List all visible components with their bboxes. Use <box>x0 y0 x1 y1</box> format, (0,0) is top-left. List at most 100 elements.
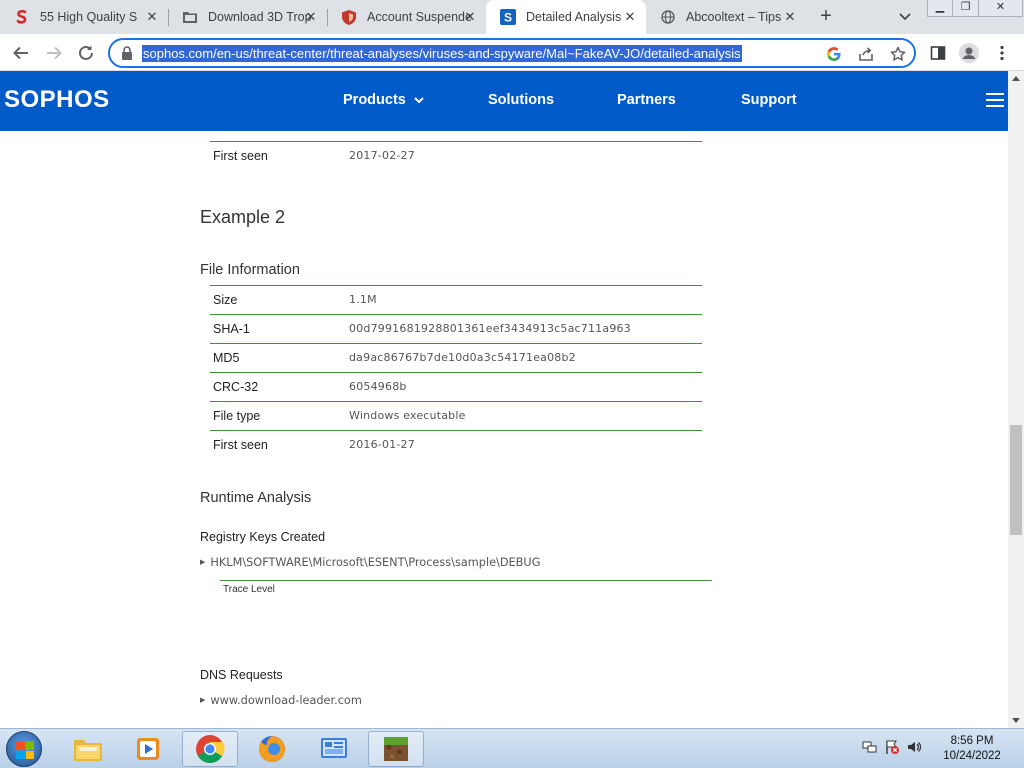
browser-toolbar: sophos.com/en-us/threat-center/threat-an… <box>0 34 1024 71</box>
dns-heading: DNS Requests <box>200 668 283 682</box>
tab-strip: 55 High Quality S ✕ Download 3D Trop ✕ A… <box>0 0 1024 34</box>
table-row: CRC-32 6054968b <box>210 372 702 401</box>
page-viewport: SOPHOS Products Solutions Partners Suppo… <box>0 71 1008 728</box>
scrollbar-thumb[interactable] <box>1010 425 1022 535</box>
windows-logo-icon <box>16 741 34 759</box>
nav-products-label: Products <box>343 92 406 108</box>
taskbar-clock[interactable]: 8:56 PM 10/24/2022 <box>930 734 1014 764</box>
sophos-logo[interactable]: SOPHOS <box>4 86 110 114</box>
file-info-heading: File Information <box>200 262 300 278</box>
list-item[interactable]: ▶ www.download-leader.com <box>200 694 362 707</box>
control-panel-icon[interactable] <box>306 731 362 767</box>
table-row: First seen 2016-01-27 <box>210 430 702 459</box>
list-item[interactable]: ▶ HKLM\SOFTWARE\Microsoft\ESENT\Process\s… <box>200 556 540 569</box>
folder-icon <box>182 9 198 25</box>
dns-entry: www.download-leader.com <box>210 694 362 707</box>
close-icon[interactable]: ✕ <box>303 9 319 25</box>
windows-taskbar: 8:56 PM 10/24/2022 <box>0 728 1024 768</box>
volume-icon[interactable] <box>906 739 922 760</box>
close-icon[interactable]: ✕ <box>144 9 160 25</box>
explorer-icon[interactable] <box>60 731 116 767</box>
system-tray <box>862 737 922 761</box>
window-controls: ▁ ❐ ✕ <box>927 0 1023 18</box>
nav-support[interactable]: Support <box>741 92 797 108</box>
sophos-red-s-icon <box>14 9 30 25</box>
clock-date: 10/24/2022 <box>943 750 1001 762</box>
svg-text:S: S <box>504 11 512 25</box>
profile-avatar-icon[interactable] <box>957 41 981 65</box>
scroll-down-icon[interactable] <box>1012 718 1020 723</box>
triangle-right-icon: ▶ <box>200 696 206 704</box>
chevron-down-icon <box>414 97 424 104</box>
site-header: SOPHOS Products Solutions Partners Suppo… <box>0 71 1008 131</box>
row-value: da9ac86767b7de10d0a3c54171ea08b2 <box>349 351 576 364</box>
minimize-icon[interactable]: ▁ <box>927 0 953 17</box>
clock-time: 8:56 PM <box>950 735 994 747</box>
row-value: 2017-02-27 <box>349 149 415 162</box>
row-value: 1.1M <box>349 293 377 306</box>
google-icon[interactable] <box>826 46 842 62</box>
example-heading: Example 2 <box>200 207 286 227</box>
start-button[interactable] <box>6 731 42 767</box>
nav-products[interactable]: Products <box>343 92 424 108</box>
side-panel-icon[interactable] <box>926 41 950 65</box>
tab-1[interactable]: 55 High Quality S ✕ <box>0 0 169 34</box>
registry-key: HKLM\SOFTWARE\Microsoft\ESENT\Process\sa… <box>210 556 541 569</box>
reload-icon[interactable] <box>74 41 98 65</box>
address-bar[interactable]: sophos.com/en-us/threat-center/threat-an… <box>108 38 916 68</box>
nav-solutions[interactable]: Solutions <box>488 92 554 108</box>
row-key: Size <box>213 293 238 307</box>
firefox-icon[interactable] <box>244 731 300 767</box>
more-menu-icon[interactable] <box>990 41 1014 65</box>
table-row: Size 1.1M <box>210 285 702 314</box>
tab-4-active[interactable]: S Detailed Analysis ✕ <box>486 0 646 34</box>
lock-icon[interactable] <box>121 46 135 60</box>
close-icon[interactable]: ✕ <box>462 9 478 25</box>
tab-2[interactable]: Download 3D Trop ✕ <box>168 0 328 34</box>
globe-icon <box>660 9 676 25</box>
share-icon[interactable] <box>858 46 874 62</box>
media-player-icon[interactable] <box>120 731 176 767</box>
registry-subkey: Trace Level <box>223 584 275 595</box>
shield-icon <box>341 9 357 25</box>
forward-arrow-icon[interactable] <box>42 41 66 65</box>
back-arrow-icon[interactable] <box>9 41 33 65</box>
row-key: First seen <box>213 149 268 163</box>
close-window-icon[interactable]: ✕ <box>979 0 1023 17</box>
close-icon[interactable]: ✕ <box>782 9 798 25</box>
minecraft-icon[interactable] <box>368 731 424 767</box>
row-key: File type <box>213 409 261 423</box>
row-value: 6054968b <box>349 380 407 393</box>
table-row: First seen 2017-02-27 <box>210 141 702 170</box>
row-value: 2016-01-27 <box>349 438 415 451</box>
chevron-down-icon[interactable] <box>895 8 915 26</box>
sophos-s-icon: S <box>500 9 516 25</box>
tab-5[interactable]: Abcooltext – Tips ✕ <box>646 0 806 34</box>
chrome-icon[interactable] <box>182 731 238 767</box>
row-key: MD5 <box>213 351 240 365</box>
page-scrollbar[interactable] <box>1008 71 1024 728</box>
triangle-right-icon: ▶ <box>200 558 206 566</box>
row-key: CRC-32 <box>213 380 259 394</box>
row-value: 00d7991681928801361eef3434913c5ac711a963 <box>349 322 631 335</box>
network-icon[interactable] <box>862 739 878 760</box>
star-icon[interactable] <box>890 46 906 62</box>
scroll-up-icon[interactable] <box>1012 76 1020 81</box>
row-key: First seen <box>213 438 268 452</box>
restore-icon[interactable]: ❐ <box>953 0 979 17</box>
row-value: Windows executable <box>349 409 466 422</box>
close-icon[interactable]: ✕ <box>622 9 638 25</box>
divider <box>220 580 712 581</box>
url-text[interactable]: sophos.com/en-us/threat-center/threat-an… <box>142 45 742 62</box>
tab-3[interactable]: Account Suspende ✕ <box>327 0 486 34</box>
runtime-heading: Runtime Analysis <box>200 490 312 506</box>
registry-heading: Registry Keys Created <box>200 530 326 544</box>
nav-partners[interactable]: Partners <box>617 92 676 108</box>
table-row: MD5 da9ac86767b7de10d0a3c54171ea08b2 <box>210 343 702 372</box>
new-tab-button[interactable]: + <box>815 6 837 28</box>
table-row: SHA-1 00d7991681928801361eef3434913c5ac7… <box>210 314 702 343</box>
row-key: SHA-1 <box>213 322 250 336</box>
hamburger-menu-icon[interactable] <box>986 93 1004 107</box>
tab-title: 55 High Quality S <box>40 10 138 24</box>
action-center-flag-icon[interactable] <box>884 739 900 760</box>
